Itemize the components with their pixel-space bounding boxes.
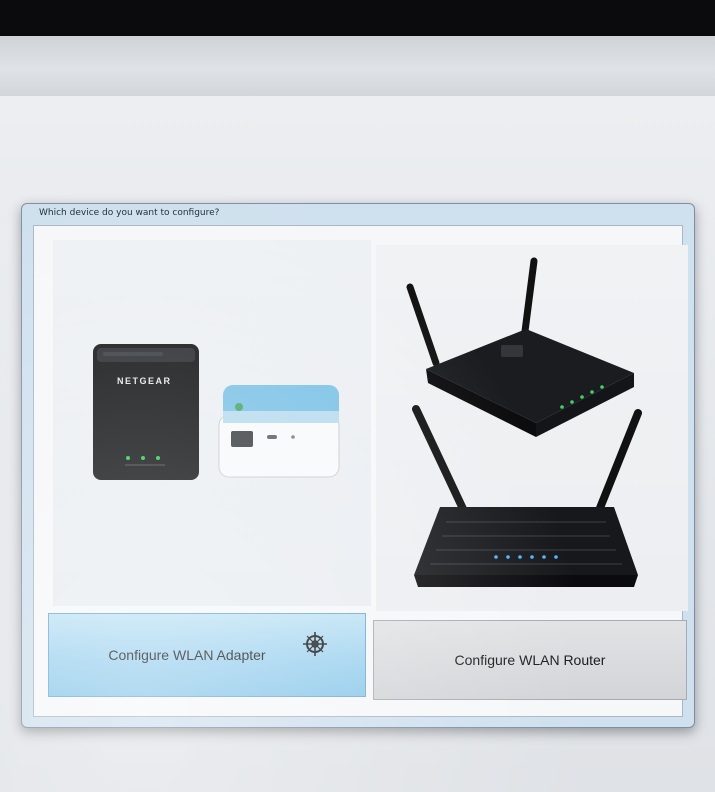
window-header-band	[0, 36, 715, 97]
wlan-routers-image	[406, 257, 642, 587]
screen-bezel	[0, 0, 715, 36]
configure-wlan-router-label: Configure WLAN Router	[454, 652, 606, 668]
wlan-adapters-image: NETGEAR	[93, 344, 340, 480]
dialog-title: Which device do you want to configure?	[39, 208, 220, 218]
configure-wlan-router-button[interactable]: Configure WLAN Router	[373, 620, 687, 700]
router-image-panel[interactable]	[376, 245, 688, 611]
adapter-image-panel[interactable]: NETGEAR	[53, 240, 371, 606]
configure-wlan-adapter-label: Configure WLAN Adapter	[108, 647, 266, 663]
busy-cursor-icon	[303, 632, 327, 656]
netgear-brand-text: NETGEAR	[117, 376, 172, 386]
